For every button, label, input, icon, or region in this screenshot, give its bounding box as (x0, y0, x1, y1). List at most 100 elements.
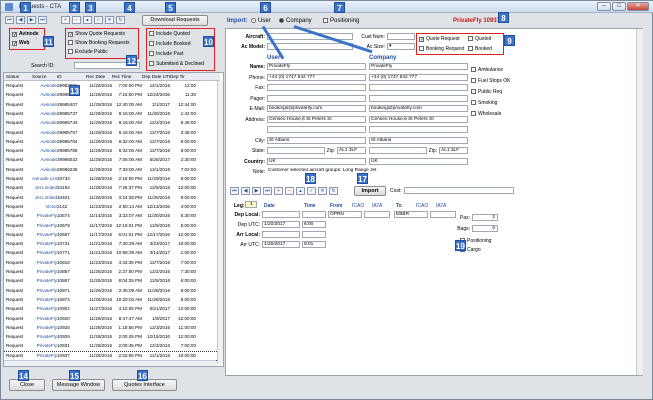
to-icao-field[interactable]: EBBR (394, 211, 428, 218)
quoted-checkbox[interactable]: Quoted (468, 36, 491, 42)
option-checkbox[interactable]: Wholesale (471, 111, 501, 117)
table-row[interactable]: Request PrivateFly 10871 11/26/2016 2:35:09 … (4, 287, 220, 295)
option-checkbox[interactable]: Fuel Stops OK (471, 78, 511, 84)
arr-utc-date[interactable]: 1/20/2017 (262, 241, 300, 248)
detail-scrollbar[interactable] (636, 29, 643, 375)
company-extra-field[interactable] (369, 126, 468, 133)
user-zip-field[interactable]: AL1 3LF (337, 147, 366, 154)
edit-record-icon[interactable]: ▴ (83, 16, 92, 24)
company-extra-field[interactable] (369, 84, 468, 91)
show-booking-requests-checkbox[interactable]: Show Booking Requests (68, 40, 129, 46)
leg-delete-icon[interactable]: − (285, 187, 294, 195)
table-row[interactable]: Request Jet Limited 34194 11/28/2016 7:26:37… (4, 184, 220, 192)
table-row[interactable]: Request PrivateFly 10857 11/25/2016 2:37:50 … (4, 268, 220, 276)
table-row[interactable]: Request PrivateFly 10679 11/17/2016 12:19:01… (4, 222, 220, 230)
add-record-icon[interactable]: + (61, 16, 70, 24)
grid-hscrollbar[interactable] (4, 360, 216, 366)
include-quoted-checkbox[interactable]: Include Quoted (149, 31, 190, 37)
booking-request-checkbox[interactable]: Booking Request (419, 46, 464, 52)
table-row[interactable]: Request PrivateFly 10816 11/23/2016 4:43:35 … (4, 259, 220, 267)
user-extra-field[interactable] (267, 94, 366, 102)
arr-local-date[interactable] (262, 231, 300, 238)
leg-refresh-icon[interactable]: ↻ (329, 187, 338, 195)
from-iata-field[interactable] (364, 211, 390, 218)
web-checkbox[interactable]: ✓ Web (12, 40, 29, 47)
positioning-legs-checkbox[interactable]: Positioning (323, 18, 359, 24)
include-booked-checkbox[interactable]: Include Booked (149, 41, 190, 47)
refresh-icon[interactable]: ↻ (116, 16, 125, 24)
show-quote-requests-checkbox[interactable]: ✓ Show Quote Requests (68, 31, 125, 38)
grid-col-header[interactable]: Source (32, 74, 57, 79)
grid-col-header[interactable]: Rec Date (86, 74, 112, 79)
import-button[interactable]: Import (354, 186, 386, 196)
download-requests-button[interactable]: Download Requests (142, 15, 208, 26)
leg-next-icon[interactable]: ▶ (252, 187, 261, 195)
arr-local-time[interactable] (302, 231, 326, 238)
company-address-field[interactable]: Censeo House,6 St Peters St (369, 115, 468, 123)
to-iata-field[interactable] (430, 211, 456, 218)
company-name-field[interactable]: PrivateFly (369, 63, 468, 70)
leg-post-icon[interactable]: ✓ (307, 187, 316, 195)
include-past-checkbox[interactable]: Include Past (149, 51, 184, 57)
table-row[interactable]: Request PrivateFly 10931 11/28/2016 2:00:45 … (4, 342, 220, 350)
company-phone-field[interactable]: +44 (0) 1747 642 777 (369, 73, 468, 81)
table-row[interactable]: Request Avinode 29985737 11/29/2016 6:16:00 … (4, 110, 220, 118)
maximize-button[interactable]: □ (612, 2, 626, 11)
avinode-checkbox[interactable]: ✓ Avinode (12, 31, 39, 38)
table-row[interactable]: Request PrivateFly 10902 11/27/2016 4:10:05 … (4, 305, 220, 313)
table-row[interactable]: Request PrivateFly 10920 11/28/2016 8:47:47 … (4, 315, 220, 323)
user-country-field[interactable]: UK (267, 157, 366, 165)
close-window-button[interactable]: ✕ (627, 2, 649, 11)
table-row[interactable]: Request PrivateFly 10731 11/21/2016 7:30:29 … (4, 240, 220, 248)
dep-local-time[interactable] (302, 211, 326, 218)
grid-col-header[interactable]: Dep Tir (170, 74, 196, 79)
leg-prev-icon[interactable]: ◀ (241, 187, 250, 195)
table-row[interactable]: Request Avinode 29985407 11/29/2016 12:40:00… (4, 101, 220, 109)
table-row[interactable]: Request Avinode 29986235 11/29/2016 7:33:00 … (4, 166, 220, 174)
company-email-field[interactable]: booking@privatefly.com (369, 105, 468, 112)
table-row[interactable]: Request Avinode Limited33732 11/28/2016 2:1… (4, 175, 220, 183)
dep-utc-date[interactable]: 1/20/2017 (262, 221, 300, 228)
grid-col-header[interactable]: Rec Time (112, 74, 142, 79)
dep-local-date[interactable] (262, 211, 300, 218)
dep-utc-time[interactable]: 6:00 (302, 221, 326, 228)
user-name-field[interactable]: PrivateFly (267, 63, 366, 70)
pax-field[interactable]: 2 (472, 214, 498, 221)
company-state-field[interactable] (369, 147, 427, 154)
table-row[interactable]: Request Avinode 29983691 11/28/2016 7:00:00 … (4, 82, 220, 90)
table-row[interactable]: Request Avinode 29986022 11/29/2016 7:06:00 … (4, 156, 220, 164)
table-row[interactable]: Request PrivateFly 10925 11/28/2016 1:18:56 … (4, 324, 220, 332)
grid-scrollbar[interactable] (217, 81, 223, 364)
delete-record-icon[interactable]: − (72, 16, 81, 24)
user-state-field[interactable] (267, 147, 325, 154)
user-phone-field[interactable]: +44 (0) 1747 642 777 (267, 73, 366, 81)
post-edit-icon[interactable]: ✓ (94, 16, 103, 24)
cost-field[interactable] (404, 187, 514, 194)
user-extra-field[interactable] (267, 84, 366, 91)
table-row[interactable]: Request PrivateFly 10687 11/17/2016 6:01:01 … (4, 231, 220, 239)
table-row[interactable]: Request Jet Limited 34401 11/28/2016 3:24:28… (4, 194, 220, 202)
grid-col-header[interactable]: Dep Date UTC (142, 74, 170, 79)
table-row[interactable]: Request PrivateFly 10867 11/25/2016 8:04:25 … (4, 277, 220, 285)
table-row[interactable]: Request Avinode 29985360 11/28/2016 7:15:00 … (4, 91, 220, 99)
leg-cancel-icon[interactable]: ✕ (318, 187, 327, 195)
leg-add-icon[interactable]: + (274, 187, 283, 195)
company-country-field[interactable]: UK (369, 157, 468, 165)
bags-field[interactable]: 0 (472, 225, 498, 232)
exclude-public-checkbox[interactable]: Exclude Public (68, 49, 108, 55)
arr-utc-time[interactable]: 8:01 (302, 241, 326, 248)
prev-record-icon[interactable]: ◀ (16, 16, 25, 24)
option-checkbox[interactable]: Public Req (471, 89, 502, 95)
leg-last-icon[interactable]: ⏭ (263, 187, 272, 195)
minimize-button[interactable]: – (597, 2, 611, 11)
table-row[interactable]: Request Avinode 29985784 11/29/2016 6:32:00 … (4, 138, 220, 146)
user-extra-field[interactable] (267, 126, 366, 133)
table-row[interactable]: Request PrivateFly 10771 11/21/2016 10:58:39… (4, 249, 220, 257)
first-record-icon[interactable]: ⏮ (5, 16, 14, 24)
ac-model-field[interactable] (267, 43, 353, 50)
company-radio[interactable]: Company (279, 18, 312, 24)
table-row[interactable]: Request Avinode 29985743 11/29/2016 6:16:00 … (4, 119, 220, 127)
company-zip-field[interactable]: AL1 3LF (439, 147, 468, 154)
from-icao-field[interactable]: OPRN (328, 211, 362, 218)
user-email-field[interactable]: bookings@privatefly.com (267, 105, 366, 112)
